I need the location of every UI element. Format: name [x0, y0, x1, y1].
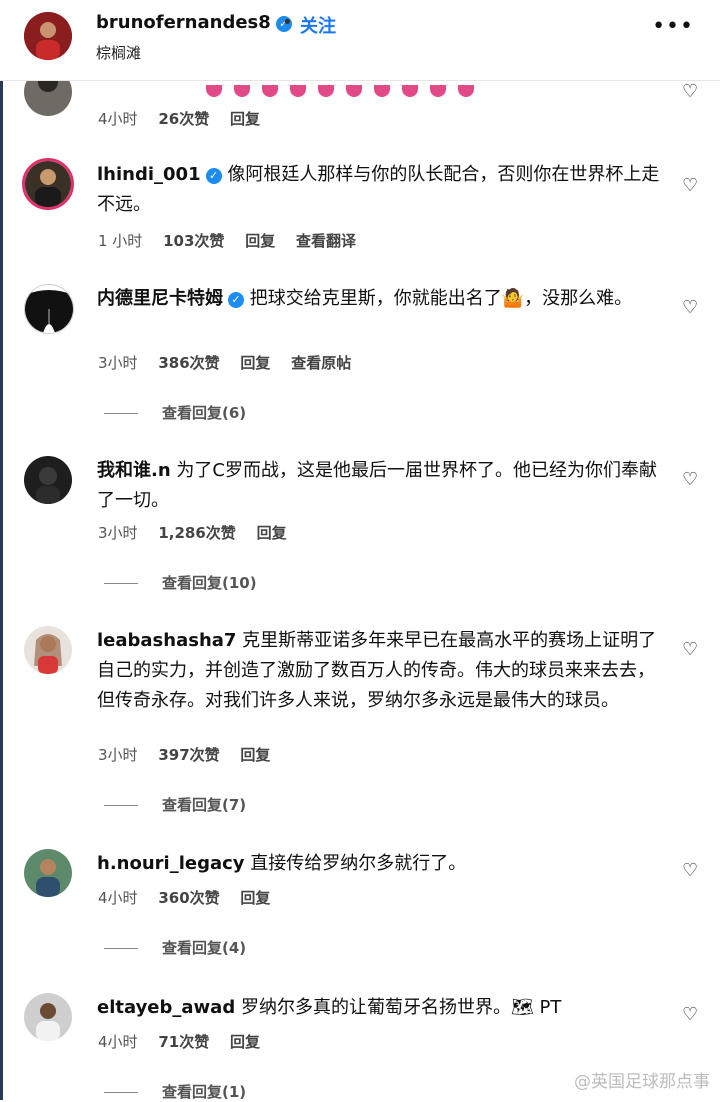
post-location[interactable]: 棕榈滩: [96, 42, 141, 63]
comment-body: leabashasha7 克里斯蒂亚诺多年来早已在最高水平的赛场上证明了自己的实…: [97, 626, 667, 716]
more-options-icon[interactable]: •••: [652, 14, 694, 39]
heart-emoji-icon: [206, 85, 222, 97]
comment-time: 4小时: [98, 1033, 138, 1051]
comment-meta: 3小时 1,286次赞 回复: [98, 522, 303, 543]
see-original-button[interactable]: 查看原帖: [291, 354, 351, 372]
view-replies-label[interactable]: 查看回复(7): [162, 796, 246, 814]
heart-emoji-icon: [374, 85, 390, 97]
verified-badge-icon: ✓: [228, 292, 244, 308]
comment-text: 罗纳尔多真的让葡萄牙名扬世界。🗺 PT: [240, 997, 562, 1018]
comment-body: h.nouri_legacy 直接传给罗纳尔多就行了。: [97, 849, 667, 879]
heart-emoji-icon: [430, 85, 446, 97]
comment-avatar[interactable]: [24, 849, 72, 897]
comment-username[interactable]: 我和谁.n: [97, 460, 171, 481]
comment-likes[interactable]: 397次赞: [158, 746, 219, 764]
comment-username[interactable]: lhindi_001: [97, 164, 201, 185]
heart-emoji-icon: [234, 85, 250, 97]
reply-button[interactable]: 回复: [240, 889, 270, 907]
view-replies-label[interactable]: 查看回复(6): [162, 404, 246, 422]
heart-emoji-icon: [262, 85, 278, 97]
like-heart-icon[interactable]: ♡: [682, 861, 702, 881]
like-heart-icon[interactable]: ♡: [682, 640, 702, 660]
heart-emoji-icon: [346, 85, 362, 97]
divider-line: [104, 583, 138, 584]
comment-meta: 3小时 397次赞 回复: [98, 744, 286, 765]
divider-line: [104, 413, 138, 414]
comment-username[interactable]: 内德里尼卡特姆: [97, 288, 223, 309]
comment-likes[interactable]: 71次赞: [158, 1033, 209, 1051]
heart-emoji-icon: [318, 85, 334, 97]
divider-line: [104, 1092, 138, 1093]
view-replies-button[interactable]: 查看回复(10): [104, 572, 257, 593]
comment-avatar[interactable]: [24, 456, 72, 504]
comment-avatar[interactable]: [24, 993, 72, 1041]
comment-meta: 4小时 26次赞 回复: [98, 108, 276, 129]
reply-button[interactable]: 回复: [245, 232, 275, 250]
comment-meta: 3小时 386次赞 回复 查看原帖: [98, 352, 367, 373]
reply-button[interactable]: 回复: [230, 1033, 260, 1051]
like-heart-icon[interactable]: ♡: [682, 470, 702, 490]
comment-avatar[interactable]: [24, 626, 72, 674]
view-replies-button[interactable]: 查看回复(7): [104, 794, 246, 815]
like-heart-icon[interactable]: ♡: [682, 82, 702, 102]
like-heart-icon[interactable]: ♡: [682, 298, 702, 318]
comment-likes[interactable]: 1,286次赞: [158, 524, 235, 542]
comment-meta: 4小时 71次赞 回复: [98, 1031, 276, 1052]
divider-line: [104, 948, 138, 949]
separator-dot: •: [282, 12, 293, 33]
comment-body: 我和谁.n 为了C罗而战，这是他最后一届世界杯了。他已经为你们奉献了一切。: [97, 456, 667, 516]
comment-body: 内德里尼卡特姆 ✓ 把球交给克里斯，你就能出名了🤷，没那么难。: [97, 284, 667, 314]
reply-button[interactable]: 回复: [230, 110, 260, 128]
comment-text: 为了C罗而战，这是他最后一届世界杯了。他已经为你们奉献了一切。: [97, 460, 657, 511]
reply-button[interactable]: 回复: [240, 354, 270, 372]
divider-line: [104, 805, 138, 806]
comment-likes[interactable]: 26次赞: [158, 110, 209, 128]
like-heart-icon[interactable]: ♡: [682, 176, 702, 196]
like-heart-icon[interactable]: ♡: [682, 1005, 702, 1025]
comment-time: 1 小时: [98, 232, 143, 250]
left-edge-strip: [0, 0, 3, 1100]
comment-meta: 1 小时 103次赞 回复 查看翻译: [98, 230, 372, 251]
view-replies-label[interactable]: 查看回复(4): [162, 939, 246, 957]
comment-avatar[interactable]: [22, 158, 74, 210]
view-replies-button[interactable]: 查看回复(6): [104, 402, 246, 423]
weibo-watermark: @英国足球那点事: [574, 1072, 710, 1092]
heart-emoji-icon: [402, 85, 418, 97]
view-replies-label[interactable]: 查看回复(10): [162, 574, 257, 592]
comment-likes[interactable]: 103次赞: [163, 232, 224, 250]
comment-username[interactable]: eltayeb_awad: [97, 997, 235, 1018]
heart-emoji-icon: [290, 85, 306, 97]
view-replies-label[interactable]: 查看回复(1): [162, 1083, 246, 1101]
view-replies-button[interactable]: 查看回复(1): [104, 1081, 246, 1102]
comment-likes[interactable]: 386次赞: [158, 354, 219, 372]
comment-time: 4小时: [98, 889, 138, 907]
follow-button[interactable]: 关注: [300, 12, 336, 38]
comment-time: 3小时: [98, 746, 138, 764]
comment-meta: 4小时 360次赞 回复: [98, 887, 286, 908]
comment-username[interactable]: leabashasha7: [97, 630, 236, 651]
comment-text: 直接传给罗纳尔多就行了。: [250, 853, 467, 874]
comment-time: 4小时: [98, 110, 138, 128]
reply-button[interactable]: 回复: [257, 524, 287, 542]
see-translation-button[interactable]: 查看翻译: [296, 232, 356, 250]
verified-badge-icon: ✓: [205, 168, 222, 184]
post-header: brunofernandes8 ✓ • 关注 棕榈滩 •••: [0, 0, 720, 81]
comment-body: lhindi_001 ✓ 像阿根廷人那样与你的队长配合，否则你在世界杯上走不远。: [97, 160, 667, 220]
author-avatar[interactable]: [24, 12, 72, 60]
author-username[interactable]: brunofernandes8 ✓: [96, 12, 292, 33]
comment-time: 3小时: [98, 524, 138, 542]
comment-avatar[interactable]: [24, 284, 74, 334]
comment-body: eltayeb_awad 罗纳尔多真的让葡萄牙名扬世界。🗺 PT: [97, 993, 667, 1023]
heart-emoji-row: [206, 82, 486, 101]
comment-text: 把球交给克里斯，你就能出名了🤷，没那么难。: [249, 288, 633, 309]
author-username-text[interactable]: brunofernandes8: [96, 12, 271, 33]
comment-username[interactable]: h.nouri_legacy: [97, 853, 245, 874]
view-replies-button[interactable]: 查看回复(4): [104, 937, 246, 958]
heart-emoji-icon: [458, 85, 474, 97]
comment-time: 3小时: [98, 354, 138, 372]
comment-likes[interactable]: 360次赞: [158, 889, 219, 907]
reply-button[interactable]: 回复: [240, 746, 270, 764]
